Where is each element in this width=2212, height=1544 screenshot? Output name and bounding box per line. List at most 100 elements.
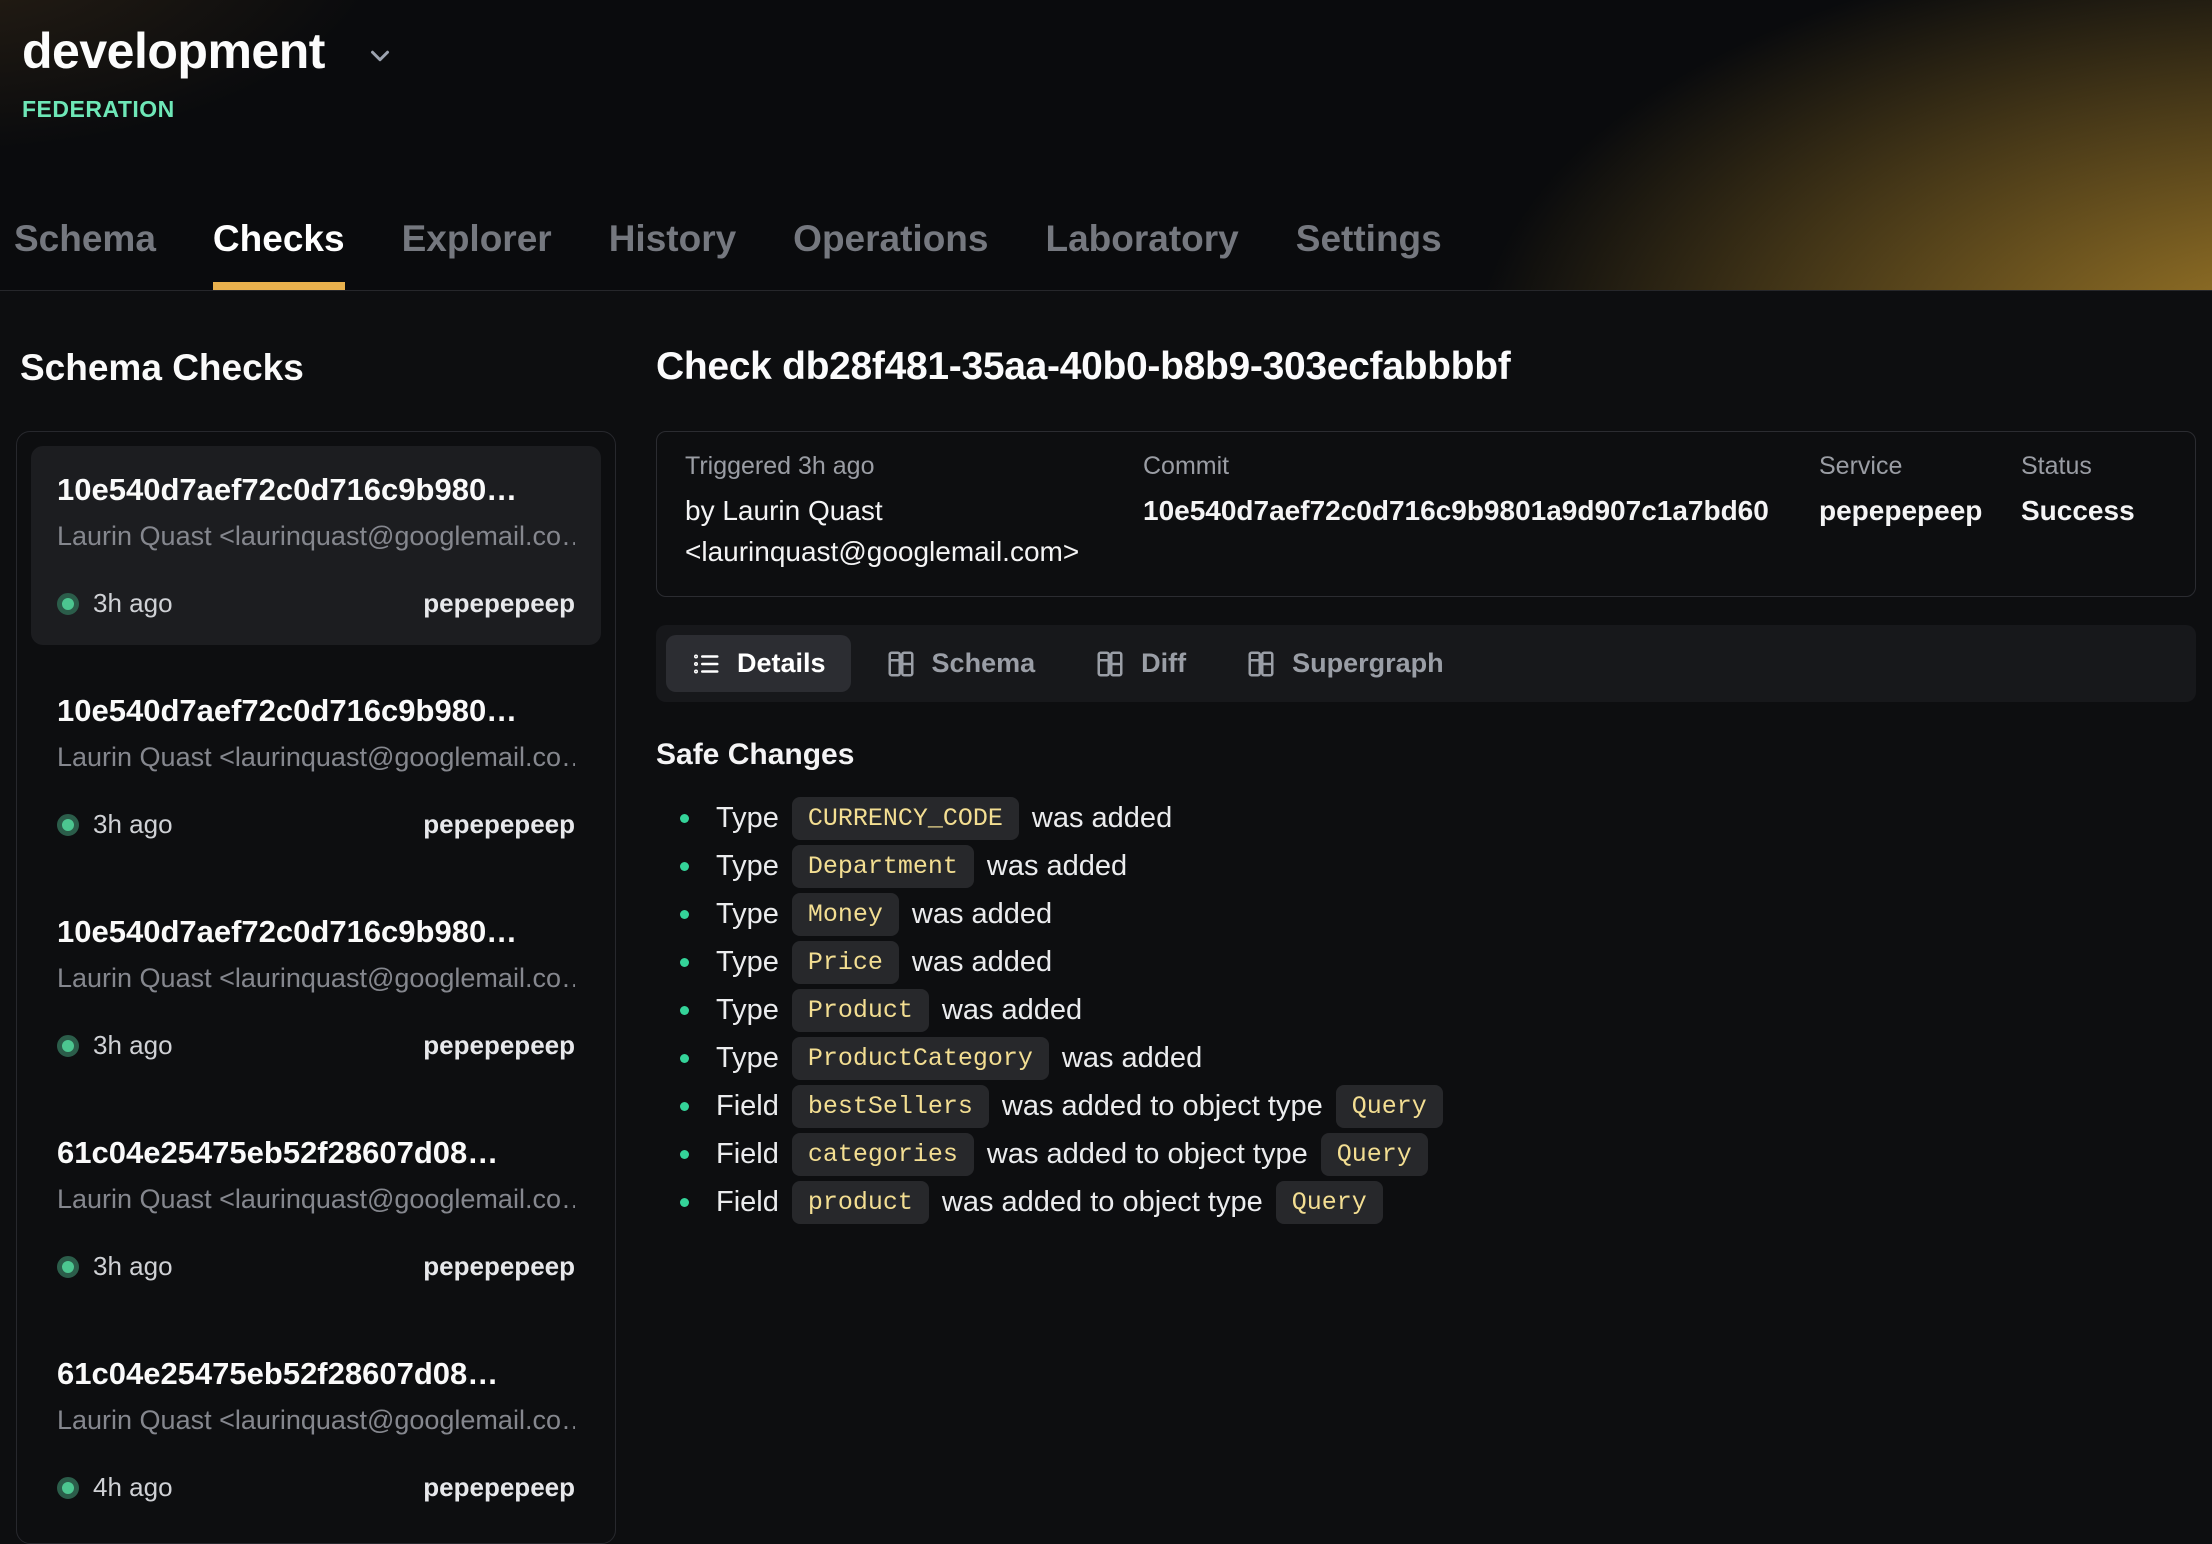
change-item: Field bestSellers was added to object ty…: [656, 1082, 2196, 1130]
view-tab[interactable]: Diff: [1070, 635, 1211, 692]
check-time: 3h ago: [93, 588, 173, 619]
check-detail-title: Check db28f481-35aa-40b0-b8b9-303ecfabbb…: [656, 345, 2196, 389]
bullet-dot-icon: [680, 1006, 689, 1015]
check-author: Laurin Quast <laurinquast@googlemail.co…: [57, 521, 575, 552]
project-switcher[interactable]: development: [22, 22, 2212, 80]
status-dot-icon: [57, 1035, 79, 1057]
view-tab[interactable]: Schema: [861, 635, 1061, 692]
check-time: 3h ago: [93, 809, 173, 840]
change-item: Type Department was added: [656, 842, 2196, 890]
check-author: Laurin Quast <laurinquast@googlemail.co…: [57, 1405, 575, 1436]
change-prefix: Field: [716, 1090, 779, 1123]
bullet-dot-icon: [680, 1054, 689, 1063]
change-prefix: Type: [716, 898, 779, 931]
chevron-down-icon: [365, 41, 395, 71]
change-prefix: Field: [716, 1186, 779, 1219]
change-prefix: Type: [716, 1042, 779, 1075]
change-target-chip: Query: [1336, 1085, 1443, 1128]
check-meta-box: Triggered 3h ago by Laurin Quast <laurin…: [656, 431, 2196, 597]
change-suffix: was added: [987, 850, 1127, 883]
nav-tab[interactable]: Operations: [793, 218, 988, 290]
nav-tab[interactable]: Schema: [14, 218, 156, 290]
check-list-item[interactable]: 61c04e25475eb52f28607d08… Laurin Quast <…: [31, 1109, 601, 1308]
check-detail-panel: Check db28f481-35aa-40b0-b8b9-303ecfabbb…: [656, 291, 2196, 1474]
schema-checks-sidebar: Schema Checks 10e540d7aef72c0d716c9b980……: [16, 291, 616, 1474]
view-tab-label: Diff: [1141, 648, 1186, 679]
list-icon: [691, 649, 721, 679]
check-meta-row: 4h ago pepepepeep: [57, 1472, 575, 1503]
change-item: Field categories was added to object typ…: [656, 1130, 2196, 1178]
nav-tab[interactable]: Laboratory: [1046, 218, 1239, 290]
page-header: development FEDERATION Schema Checks Exp…: [0, 0, 2212, 291]
nav-tab[interactable]: Checks: [213, 218, 345, 290]
meta-triggered-cell: Triggered 3h ago by Laurin Quast <laurin…: [685, 452, 1143, 572]
change-code-chip: Department: [792, 845, 974, 888]
commit-label: Commit: [1143, 452, 1819, 481]
change-suffix: was added: [1032, 802, 1172, 835]
check-time: 3h ago: [93, 1251, 173, 1282]
commit-value: 10e540d7aef72c0d716c9b9801a9d907c1a7bd60: [1143, 491, 1819, 532]
change-code-chip: bestSellers: [792, 1085, 989, 1128]
check-service: pepepepeep: [423, 1251, 575, 1282]
change-suffix: was added to object type: [1002, 1090, 1323, 1123]
view-tab[interactable]: Supergraph: [1221, 635, 1469, 692]
check-id: 61c04e25475eb52f28607d08…: [57, 1135, 575, 1171]
triggered-email: <laurinquast@googlemail.com>: [685, 532, 1143, 573]
service-value: pepepepeep: [1819, 491, 2021, 532]
check-list-item[interactable]: 10e540d7aef72c0d716c9b980… Laurin Quast …: [31, 888, 601, 1087]
change-item: Type Price was added: [656, 938, 2196, 986]
check-meta-row: 3h ago pepepepeep: [57, 588, 575, 619]
nav-tab[interactable]: Explorer: [402, 218, 552, 290]
change-suffix: was added: [912, 898, 1052, 931]
change-code-chip: product: [792, 1181, 929, 1224]
nav-tab-label: Schema: [14, 218, 156, 259]
check-view-tabs: Details Schema Diff Supergraph: [656, 625, 2196, 702]
nav-tab-label: Checks: [213, 218, 345, 259]
nav-tab-label: Settings: [1296, 218, 1442, 259]
project-nav-tabs: Schema Checks Explorer History Operation…: [0, 218, 1442, 290]
change-item: Type Money was added: [656, 890, 2196, 938]
check-list-item[interactable]: 61c04e25475eb52f28607d08… Laurin Quast <…: [31, 1330, 601, 1529]
check-service: pepepepeep: [423, 1030, 575, 1061]
check-author: Laurin Quast <laurinquast@googlemail.co…: [57, 1184, 575, 1215]
check-id: 10e540d7aef72c0d716c9b980…: [57, 914, 575, 950]
project-name: development: [22, 22, 325, 80]
change-prefix: Type: [716, 802, 779, 835]
view-tab[interactable]: Details: [666, 635, 851, 692]
check-list-item[interactable]: 10e540d7aef72c0d716c9b980… Laurin Quast …: [31, 667, 601, 866]
meta-service-cell: Service pepepepeep: [1819, 452, 2021, 572]
change-suffix: was added: [912, 946, 1052, 979]
check-id: 61c04e25475eb52f28607d08…: [57, 1356, 575, 1392]
view-tab-label: Supergraph: [1292, 648, 1444, 679]
nav-tab[interactable]: History: [609, 218, 736, 290]
check-list-item[interactable]: 10e540d7aef72c0d716c9b980… Laurin Quast …: [31, 446, 601, 645]
change-item: Type ProductCategory was added: [656, 1034, 2196, 1082]
status-dot-icon: [57, 593, 79, 615]
change-code-chip: Price: [792, 941, 899, 984]
bullet-dot-icon: [680, 1150, 689, 1159]
bullet-dot-icon: [680, 814, 689, 823]
change-item: Type CURRENCY_CODE was added: [656, 794, 2196, 842]
check-author: Laurin Quast <laurinquast@googlemail.co…: [57, 963, 575, 994]
nav-tab-label: Operations: [793, 218, 988, 259]
check-id: 10e540d7aef72c0d716c9b980…: [57, 693, 575, 729]
status-value: Success: [2021, 491, 2167, 532]
nav-tab[interactable]: Settings: [1296, 218, 1442, 290]
status-dot-icon: [57, 1256, 79, 1278]
check-author: Laurin Quast <laurinquast@googlemail.co…: [57, 742, 575, 773]
change-code-chip: Product: [792, 989, 929, 1032]
change-prefix: Type: [716, 850, 779, 883]
change-item: Field product was added to object type Q…: [656, 1178, 2196, 1226]
columns-icon: [1095, 649, 1125, 679]
nav-tab-label: History: [609, 218, 736, 259]
status-dot-icon: [57, 1477, 79, 1499]
check-meta-row: 3h ago pepepepeep: [57, 1251, 575, 1282]
safe-changes-title: Safe Changes: [656, 738, 2196, 772]
check-id: 10e540d7aef72c0d716c9b980…: [57, 472, 575, 508]
columns-icon: [1246, 649, 1276, 679]
service-label: Service: [1819, 452, 2021, 481]
bullet-dot-icon: [680, 862, 689, 871]
triggered-label: Triggered 3h ago: [685, 452, 1143, 481]
change-prefix: Field: [716, 1138, 779, 1171]
federation-badge: FEDERATION: [22, 96, 2212, 123]
